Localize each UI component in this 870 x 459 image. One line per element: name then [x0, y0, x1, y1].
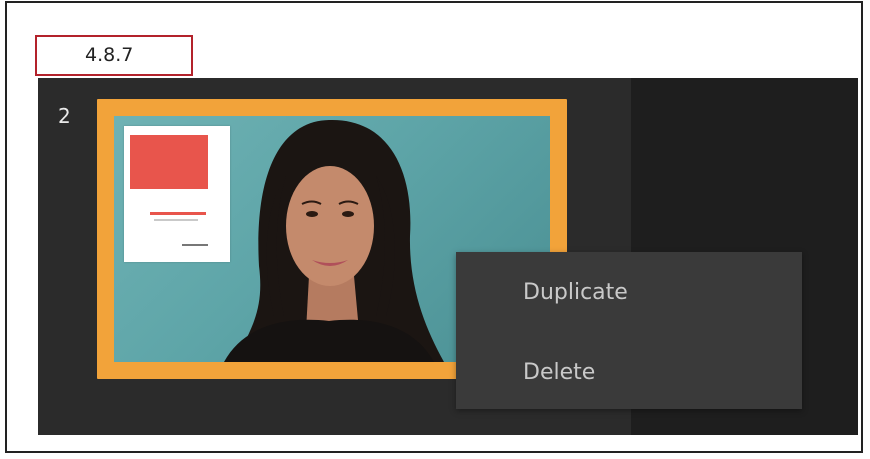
document-footer-line [182, 244, 208, 246]
slide-number: 2 [58, 104, 71, 128]
step-label: 4.8.7 [35, 35, 193, 76]
context-menu: Duplicate Delete [456, 252, 802, 409]
shared-document-thumbnail [124, 126, 230, 262]
duplicate-menu-item[interactable]: Duplicate [456, 254, 802, 332]
document-red-banner [130, 135, 208, 189]
delete-menu-item[interactable]: Delete [456, 334, 802, 412]
document-title-line [150, 212, 206, 215]
document-subtitle-line [154, 219, 198, 221]
